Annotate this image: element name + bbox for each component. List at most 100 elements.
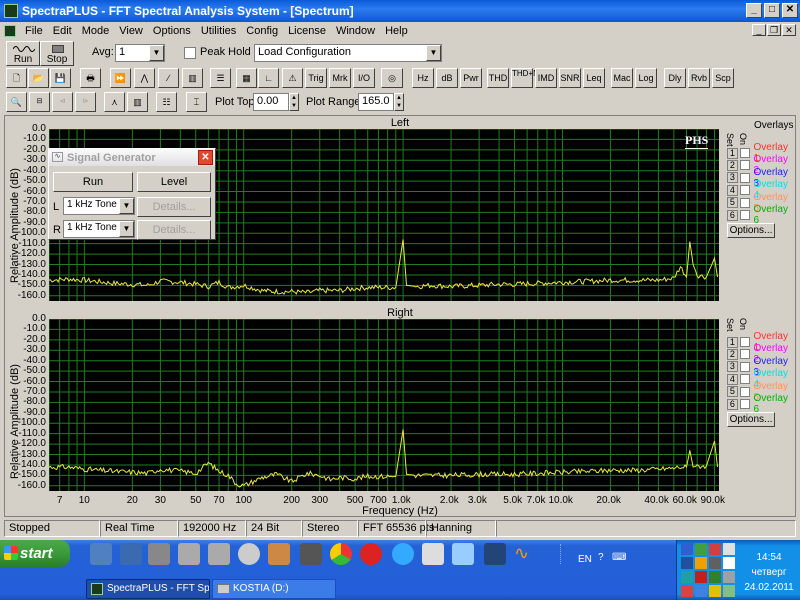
sg-right-waveform-select[interactable]: 1 kHz Tone ▼ bbox=[63, 220, 135, 238]
mdi-restore-button[interactable]: ❐ bbox=[767, 24, 781, 36]
dly-button[interactable]: Dly bbox=[664, 68, 686, 88]
print-icon[interactable]: 🖶 bbox=[80, 68, 101, 88]
clock-time[interactable]: 14:54 bbox=[739, 552, 799, 563]
tray-icon-5[interactable] bbox=[681, 557, 693, 569]
thd-button[interactable]: THD bbox=[487, 68, 509, 88]
hz-button[interactable]: Hz bbox=[412, 68, 434, 88]
menu-window[interactable]: Window bbox=[331, 25, 380, 37]
tray-icon-14[interactable] bbox=[695, 585, 707, 597]
new-file-icon[interactable]: 🗋 bbox=[6, 68, 27, 88]
sine-wave-icon[interactable]: ∿ bbox=[514, 543, 536, 565]
mac-button[interactable]: Mac bbox=[611, 68, 633, 88]
overlay-set-button[interactable]: 5 bbox=[727, 197, 738, 209]
fast-forward-icon[interactable]: ⏩ bbox=[110, 68, 131, 88]
mdi-minimize-button[interactable]: _ bbox=[752, 24, 766, 36]
minimize-button[interactable]: _ bbox=[746, 3, 762, 18]
opera-icon[interactable] bbox=[360, 543, 382, 565]
spectrum-peak-icon[interactable]: ⋀ bbox=[134, 68, 155, 88]
chevron-down-icon[interactable]: ▼ bbox=[426, 45, 441, 61]
scp-button[interactable]: Scp bbox=[712, 68, 734, 88]
signal-generator-window[interactable]: ∿ Signal Generator ✕ Run Level L 1 kHz T… bbox=[48, 148, 216, 240]
chevron-down-icon[interactable]: ▼ bbox=[149, 45, 164, 61]
overlay-set-button[interactable]: 1 bbox=[727, 147, 738, 159]
tray-icon-11[interactable] bbox=[709, 571, 721, 583]
right-spectrum-plot[interactable] bbox=[48, 318, 719, 491]
sg-right-details-button[interactable]: Details... bbox=[137, 220, 211, 240]
tray-icon-9[interactable] bbox=[681, 571, 693, 583]
octave-bars-icon[interactable]: ▥ bbox=[127, 92, 148, 112]
overlay-on-checkbox[interactable] bbox=[739, 374, 750, 385]
title-bar[interactable]: SpectraPLUS - FFT Spectral Analysis Syst… bbox=[0, 0, 800, 22]
peak-marker-icon[interactable]: ⋏ bbox=[104, 92, 125, 112]
chevron-down-icon[interactable]: ▼ bbox=[119, 221, 134, 237]
snr-button[interactable]: SNR bbox=[559, 68, 581, 88]
overlay-on-checkbox[interactable] bbox=[739, 349, 750, 360]
drive-icon-2[interactable] bbox=[208, 543, 230, 565]
overlay-on-checkbox[interactable] bbox=[739, 197, 750, 208]
menu-view[interactable]: View bbox=[114, 25, 148, 37]
tray-icon-15[interactable] bbox=[709, 585, 721, 597]
tray-icon-10[interactable] bbox=[695, 571, 707, 583]
thdn-button[interactable]: THD+N bbox=[511, 68, 539, 88]
drive-remove-icon[interactable] bbox=[148, 543, 170, 565]
slope-icon[interactable]: ∕ bbox=[158, 68, 179, 88]
speaker-icon[interactable] bbox=[300, 543, 322, 565]
axis-icon[interactable]: ∟ bbox=[258, 68, 279, 88]
rvb-button[interactable]: Rvb bbox=[688, 68, 710, 88]
cursor-icon[interactable]: ⌶ bbox=[186, 92, 207, 112]
menu-utilities[interactable]: Utilities bbox=[196, 25, 241, 37]
zoom-icon[interactable]: 🔍 bbox=[6, 92, 27, 112]
tray-icon-1[interactable] bbox=[681, 543, 693, 555]
io-button[interactable]: I/O bbox=[353, 68, 375, 88]
sg-level-button[interactable]: Level bbox=[137, 172, 211, 192]
leq-button[interactable]: Leq bbox=[583, 68, 605, 88]
tray-icon-16[interactable] bbox=[723, 585, 735, 597]
overlay-on-checkbox[interactable] bbox=[739, 361, 750, 372]
start-button[interactable]: start bbox=[0, 540, 70, 567]
close-icon[interactable]: ✕ bbox=[198, 150, 213, 165]
tray-icon-6[interactable] bbox=[695, 557, 707, 569]
user-icon[interactable] bbox=[268, 543, 290, 565]
tray-icon-12[interactable] bbox=[723, 571, 735, 583]
mrk-button[interactable]: Mrk bbox=[329, 68, 351, 88]
overlay-set-button[interactable]: 2 bbox=[727, 348, 738, 360]
taskbar-item-spectraplus[interactable]: SpectraPLUS - FFT Sp... bbox=[86, 579, 210, 599]
tray-icon-3[interactable] bbox=[709, 543, 721, 555]
list-icon[interactable]: ☰ bbox=[210, 68, 231, 88]
language-indicator[interactable]: EN bbox=[578, 554, 592, 565]
chevron-down-icon[interactable]: ▼ bbox=[119, 198, 134, 214]
taskbar-item-kostia[interactable]: KOSTIA (D:) bbox=[212, 579, 336, 599]
my-computer-icon[interactable] bbox=[120, 543, 142, 565]
db-button[interactable]: dB bbox=[436, 68, 458, 88]
overlay-on-checkbox[interactable] bbox=[739, 399, 750, 409]
settings-icon[interactable] bbox=[90, 543, 112, 565]
overlay-on-checkbox[interactable] bbox=[739, 148, 750, 158]
overlay-set-button[interactable]: 6 bbox=[727, 398, 738, 410]
internet-explorer-icon[interactable] bbox=[392, 543, 414, 565]
right-options-button[interactable]: Options... bbox=[727, 412, 775, 427]
bars-icon[interactable]: ▥ bbox=[182, 68, 203, 88]
overlay-on-checkbox[interactable] bbox=[739, 386, 750, 397]
menu-mode[interactable]: Mode bbox=[77, 25, 115, 37]
menu-file[interactable]: File bbox=[20, 25, 48, 37]
network-icon[interactable] bbox=[452, 543, 474, 565]
trig-button[interactable]: Trig bbox=[305, 68, 327, 88]
overlay-set-button[interactable]: 5 bbox=[727, 386, 738, 398]
overlay-on-checkbox[interactable] bbox=[739, 210, 750, 220]
stop-button[interactable]: Stop bbox=[40, 41, 74, 66]
load-config-select[interactable]: Load Configuration ▼ bbox=[254, 44, 442, 62]
calculator-icon[interactable] bbox=[422, 543, 444, 565]
maximize-button[interactable]: □ bbox=[764, 3, 780, 18]
cursor-left-icon[interactable]: ⊲ bbox=[52, 92, 73, 112]
overlay-set-button[interactable]: 3 bbox=[727, 172, 738, 184]
menu-help[interactable]: Help bbox=[380, 25, 413, 37]
tray-icon-7[interactable] bbox=[709, 557, 721, 569]
cd-drive-icon[interactable] bbox=[238, 543, 260, 565]
legend-icon[interactable]: ☷ bbox=[156, 92, 177, 112]
save-icon[interactable]: 💾 bbox=[50, 68, 71, 88]
signal-generator-titlebar[interactable]: ∿ Signal Generator ✕ bbox=[49, 149, 215, 166]
tray-icon-8[interactable] bbox=[723, 557, 735, 569]
signal-generator-icon[interactable]: ◎ bbox=[381, 68, 403, 88]
overlay-set-button[interactable]: 6 bbox=[727, 209, 738, 221]
close-button[interactable]: ✕ bbox=[782, 3, 798, 18]
